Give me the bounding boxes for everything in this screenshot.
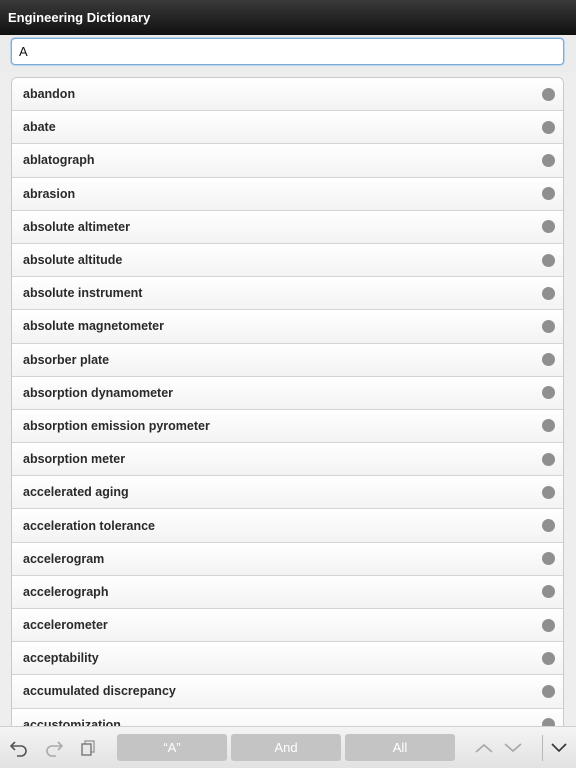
list-item[interactable]: absorption dynamometer xyxy=(12,376,563,410)
list-item-label: abate xyxy=(23,120,56,135)
list-item[interactable]: accustomization xyxy=(12,708,563,726)
list-item-label: absolute instrument xyxy=(23,286,143,301)
status-dot-icon[interactable] xyxy=(542,87,555,101)
status-dot-icon[interactable] xyxy=(542,419,555,433)
title-bar: Engineering Dictionary xyxy=(0,0,576,35)
list-item[interactable]: abrasion xyxy=(12,177,563,211)
status-dot-icon[interactable] xyxy=(542,585,555,599)
list-item-label: accelerometer xyxy=(23,618,108,633)
app-window: Engineering Dictionary abandon abate ablat… xyxy=(0,0,576,768)
list-item[interactable]: absorption emission pyrometer xyxy=(12,409,563,444)
list-item[interactable]: absorption meter xyxy=(12,443,563,477)
list-item[interactable]: ablatograph xyxy=(12,144,563,178)
status-dot-icon[interactable] xyxy=(542,485,555,499)
undo-icon[interactable] xyxy=(8,737,30,759)
list-item[interactable]: absolute magnetometer xyxy=(12,310,563,344)
status-dot-icon[interactable] xyxy=(542,253,555,267)
status-dot-icon[interactable] xyxy=(542,153,555,167)
list-item-label: acceptability xyxy=(23,651,99,666)
status-dot-icon[interactable] xyxy=(542,220,555,234)
list-item-label: accelerated aging xyxy=(23,485,129,500)
copy-icon[interactable] xyxy=(77,737,99,759)
list-item[interactable]: absorber plate xyxy=(12,343,563,377)
collapse-down-icon[interactable] xyxy=(548,737,570,759)
list-item[interactable]: absolute altimeter xyxy=(12,210,563,244)
list-item-label: acceleration tolerance xyxy=(23,518,156,533)
search-input[interactable] xyxy=(11,38,564,65)
list-item[interactable]: accelerograph xyxy=(12,575,563,609)
toolbar-divider xyxy=(542,735,543,761)
list-item-label: accumulated discrepancy xyxy=(23,684,176,699)
bottom-toolbar: “A” And All xyxy=(0,726,576,768)
list-item-label: absolute altimeter xyxy=(23,219,130,234)
list-item-label: accustomization xyxy=(23,717,121,726)
list-item[interactable]: accumulated discrepancy xyxy=(12,675,563,709)
status-dot-icon[interactable] xyxy=(542,452,555,466)
app-title: Engineering Dictionary xyxy=(8,10,151,25)
chevron-down-icon[interactable] xyxy=(502,737,524,759)
quoted-match-button[interactable]: “A” xyxy=(117,734,227,761)
list-item-label: absorption emission pyrometer xyxy=(23,418,210,433)
status-dot-icon[interactable] xyxy=(542,286,555,300)
list-item-label: abrasion xyxy=(23,186,76,201)
list-item-label: abandon xyxy=(23,87,76,102)
list-item-label: ablatograph xyxy=(23,153,95,168)
list-item[interactable]: abandon xyxy=(12,78,563,112)
list-item[interactable]: accelerated aging xyxy=(12,476,563,510)
list-item-label: absorber plate xyxy=(23,352,110,367)
chevron-up-icon[interactable] xyxy=(473,737,495,759)
status-dot-icon[interactable] xyxy=(542,651,555,665)
status-dot-icon[interactable] xyxy=(542,353,555,367)
list-item[interactable]: acceleration tolerance xyxy=(12,509,563,543)
status-dot-icon[interactable] xyxy=(542,718,555,726)
list-item[interactable]: absolute altitude xyxy=(12,243,563,278)
status-dot-icon[interactable] xyxy=(542,120,555,134)
list-item[interactable]: acceptability xyxy=(12,642,563,676)
all-match-button[interactable]: All xyxy=(345,734,455,761)
search-bar xyxy=(0,35,576,72)
status-dot-icon[interactable] xyxy=(542,319,555,333)
list-item[interactable]: accelerometer xyxy=(12,609,563,643)
redo-icon[interactable] xyxy=(43,737,65,759)
list-item[interactable]: absolute instrument xyxy=(12,277,563,311)
and-match-button[interactable]: And xyxy=(231,734,341,761)
list-item-label: accelerograph xyxy=(23,584,109,599)
list-item-label: accelerogram xyxy=(23,551,105,566)
status-dot-icon[interactable] xyxy=(542,519,555,533)
list-item[interactable]: abate xyxy=(12,111,563,145)
list-item-label: absorption dynamometer xyxy=(23,385,174,400)
status-dot-icon[interactable] xyxy=(542,386,555,400)
list-item[interactable]: accelerogram xyxy=(12,542,563,576)
status-dot-icon[interactable] xyxy=(542,618,555,632)
status-dot-icon[interactable] xyxy=(542,187,555,201)
list-item-label: absorption meter xyxy=(23,452,126,467)
status-dot-icon[interactable] xyxy=(542,684,555,698)
list-item-label: absolute magnetometer xyxy=(23,319,165,334)
word-list[interactable]: abandon abate ablatograph abrasion absolute … xyxy=(11,77,564,726)
status-dot-icon[interactable] xyxy=(542,552,555,566)
list-item-label: absolute altitude xyxy=(23,253,123,268)
